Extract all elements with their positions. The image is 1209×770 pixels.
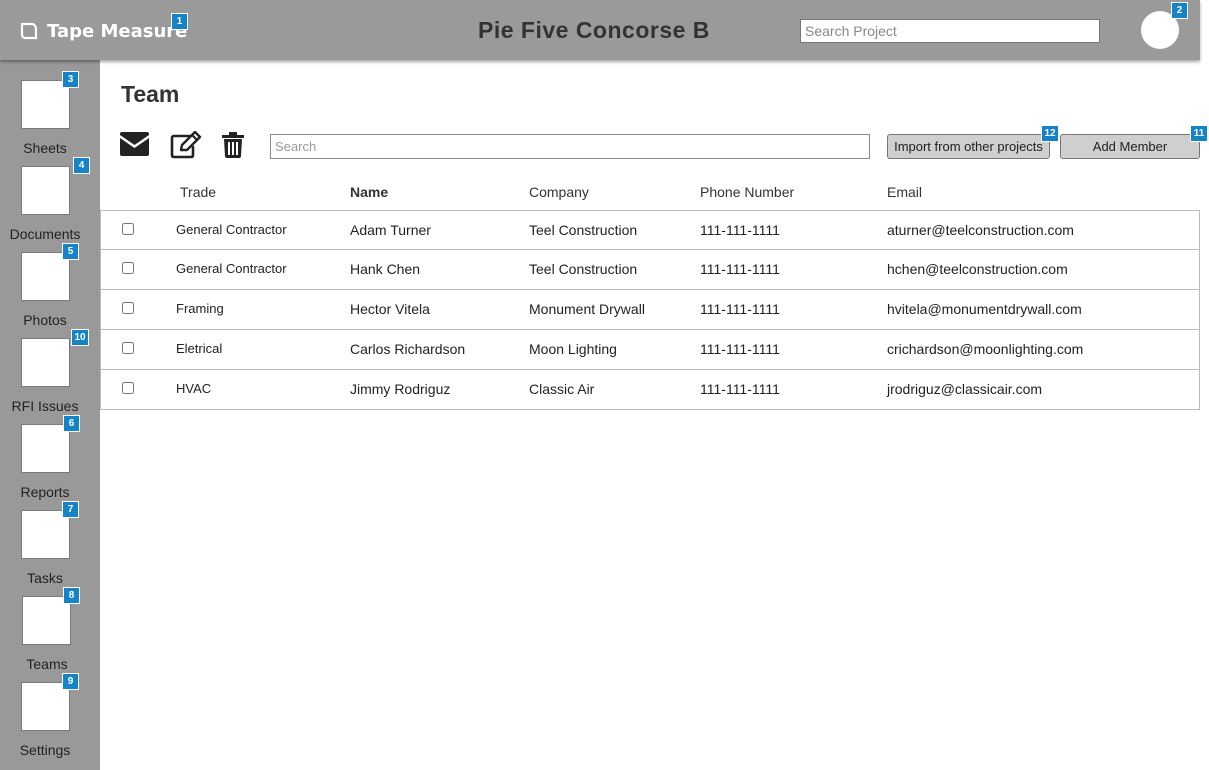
sidebar-item-label: RFI Issues	[11, 398, 79, 414]
email-cell: hchen@teelconstruction.com	[887, 261, 1068, 277]
column-header-company[interactable]: Company	[529, 184, 589, 200]
trash-icon[interactable]	[222, 132, 244, 158]
team-table: General Contractor Adam Turner Teel Cons…	[100, 210, 1200, 410]
app-logo[interactable]: Tape Measure	[19, 20, 187, 42]
sidebar-item-label: Settings	[19, 742, 71, 758]
sidebar-badge: 9	[62, 673, 79, 690]
rfi-issues-icon[interactable]	[21, 338, 70, 387]
sidebar-badge: 7	[62, 501, 79, 518]
sidebar-badge: 3	[62, 71, 79, 88]
email-cell: hvitela@monumentdrywall.com	[887, 301, 1082, 317]
name-cell: Hector Vitela	[350, 301, 430, 317]
column-header-trade[interactable]: Trade	[180, 184, 216, 200]
column-header-name[interactable]: Name	[350, 184, 388, 200]
trade-cell: Eletrical	[176, 341, 223, 356]
trade-cell: General Contractor	[176, 222, 287, 237]
company-cell: Teel Construction	[529, 261, 638, 277]
email-cell: jrodriguz@classicair.com	[887, 381, 1043, 397]
name-cell: Carlos Richardson	[350, 341, 466, 357]
sidebar-item-label: Reports	[20, 484, 70, 500]
add-member-badge: 11	[1190, 125, 1208, 142]
phone-cell: 111-111-1111	[700, 301, 780, 317]
company-cell: Teel Construction	[529, 222, 638, 238]
company-cell: Monument Drywall	[529, 301, 645, 317]
trade-cell: HVAC	[176, 381, 212, 396]
row-checkbox[interactable]	[122, 382, 134, 394]
team-search-input[interactable]	[270, 134, 870, 159]
table-row[interactable]: Eletrical Carlos Richardson Moon Lightin…	[100, 330, 1200, 370]
sidebar: 3 Sheets 4 Documents 5 Photos 10 RFI Iss…	[0, 60, 100, 770]
documents-icon[interactable]	[21, 166, 70, 215]
column-header-phone[interactable]: Phone Number	[700, 184, 794, 200]
email-cell: aturner@teelconstruction.com	[887, 222, 1074, 238]
trade-cell: General Contractor	[176, 261, 287, 276]
row-checkbox[interactable]	[122, 262, 134, 274]
table-row[interactable]: General Contractor Hank Chen Teel Constr…	[100, 250, 1200, 290]
app-name: Tape Measure	[47, 20, 188, 42]
sidebar-badge: 6	[63, 415, 80, 432]
sidebar-item-label: Teams	[26, 656, 68, 672]
project-search-input[interactable]	[800, 19, 1100, 43]
email-cell: crichardson@moonlighting.com	[887, 341, 1084, 357]
table-row[interactable]: HVAC Jimmy Rodriguz Classic Air 111-111-…	[100, 370, 1200, 410]
name-cell: Hank Chen	[350, 261, 421, 277]
row-checkbox[interactable]	[122, 223, 134, 235]
sidebar-badge: 10	[71, 329, 89, 346]
sidebar-badge: 5	[62, 243, 79, 260]
envelope-icon[interactable]	[120, 132, 149, 156]
avatar-badge: 2	[1171, 2, 1188, 19]
name-cell: Adam Turner	[350, 222, 431, 238]
sidebar-item-label: Sheets	[23, 140, 67, 156]
company-cell: Classic Air	[529, 381, 595, 397]
add-member-button[interactable]: Add Member	[1060, 134, 1200, 159]
sidebar-badge: 4	[73, 157, 90, 174]
tape-measure-logo-icon	[20, 22, 38, 40]
import-from-other-projects-button[interactable]: Import from other projects	[887, 134, 1050, 159]
phone-cell: 111-111-1111	[700, 381, 780, 397]
company-cell: Moon Lighting	[529, 341, 617, 357]
row-checkbox[interactable]	[122, 342, 134, 354]
sidebar-item-label: Tasks	[27, 570, 63, 586]
sidebar-badge: 8	[63, 587, 80, 604]
phone-cell: 111-111-1111	[700, 341, 780, 357]
name-cell: Jimmy Rodriguz	[350, 381, 451, 397]
phone-cell: 111-111-1111	[700, 261, 780, 277]
trade-cell: Framing	[176, 301, 224, 316]
row-checkbox[interactable]	[122, 302, 134, 314]
column-header-email[interactable]: Email	[887, 184, 922, 200]
phone-cell: 111-111-1111	[700, 222, 780, 238]
sidebar-item-label: Photos	[23, 312, 67, 328]
page-title: Team	[121, 81, 180, 107]
sidebar-item-label: Documents	[9, 226, 81, 242]
logo-badge: 1	[171, 13, 188, 30]
import-badge: 12	[1041, 125, 1059, 142]
edit-icon[interactable]	[170, 131, 202, 159]
main-content: Team Import from other projects 12 Add M…	[100, 60, 1209, 770]
table-row[interactable]: Framing Hector Vitela Monument Drywall 1…	[100, 290, 1200, 330]
project-title: Pie Five Concorse B	[478, 17, 710, 43]
table-row[interactable]: General Contractor Adam Turner Teel Cons…	[100, 210, 1200, 250]
top-bar: Tape Measure 1 Pie Five Concorse B 2	[0, 0, 1200, 60]
